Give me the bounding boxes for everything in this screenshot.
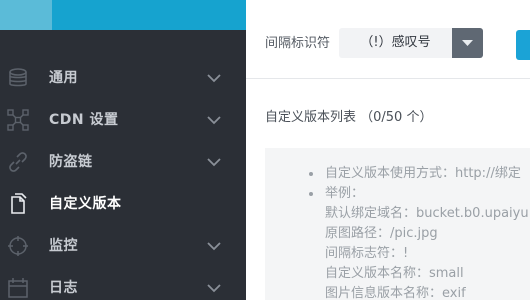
copy-icon [11, 193, 27, 214]
chevron-down-icon [207, 74, 221, 83]
example-line: 间隔标志符：! [325, 246, 409, 261]
example-line: 默认绑定域名：bucket.b0.upaiyu [325, 206, 529, 221]
sidebar-item-label: 日志 [49, 280, 78, 296]
usage-text: 自定义版本使用方式：http://绑定 [309, 164, 529, 184]
network-icon [7, 109, 29, 131]
chevron-down-icon [207, 116, 221, 125]
version-list-title: 自定义版本列表 （0/50 个） [265, 110, 433, 125]
sidebar-nav: 通用 CDN 设置 防盗链 自定义版本 监控 日志 [0, 57, 246, 300]
sidebar-item-cdn[interactable]: CDN 设置 [0, 99, 246, 141]
sidebar-item-label: CDN 设置 [49, 112, 119, 128]
database-icon [9, 68, 27, 87]
sidebar-item-monitor[interactable]: 监控 [0, 225, 246, 267]
sidebar-item-label: 监控 [49, 238, 78, 254]
example-line: 图片信息版本名称：exif [325, 286, 466, 300]
example-label: 举例： [309, 184, 529, 204]
sidebar-item-label: 防盗链 [49, 154, 93, 170]
chevron-down-icon [207, 284, 221, 293]
sidebar-item-logs[interactable]: 日志 [0, 267, 246, 300]
crosshair-icon [8, 236, 28, 256]
sidebar: 通用 CDN 设置 防盗链 自定义版本 监控 日志 [0, 0, 246, 300]
separator-select[interactable]: （!）感叹号 [339, 28, 483, 58]
separator-setting-row: 间隔标识符 （!）感叹号 [246, 0, 530, 79]
example-line: 原图路径：/pic.jpg [325, 226, 438, 241]
sidebar-item-hotlink[interactable]: 防盗链 [0, 141, 246, 183]
link-icon [9, 152, 27, 172]
chevron-down-icon [207, 158, 221, 167]
sidebar-item-custom-version[interactable]: 自定义版本 [0, 183, 246, 225]
brand-header [0, 0, 246, 30]
usage-info-box: 自定义版本使用方式：http://绑定 举例： 默认绑定域名：bucket.b0… [265, 148, 530, 300]
main-content: 间隔标识符 （!）感叹号 自定义版本列表 （0/50 个） 自定义版本使用方式：… [246, 0, 530, 300]
separator-label: 间隔标识符 [265, 36, 331, 51]
caret-down-icon [462, 40, 473, 46]
calendar-icon [8, 278, 28, 298]
example-line: 自定义版本名称：small [325, 266, 464, 281]
chevron-down-icon [207, 242, 221, 251]
separator-select-value: （!）感叹号 [360, 35, 431, 50]
save-button[interactable] [516, 30, 530, 60]
dropdown-toggle[interactable] [452, 28, 483, 58]
sidebar-item-label: 自定义版本 [49, 196, 122, 212]
sidebar-item-general[interactable]: 通用 [0, 57, 246, 99]
sidebar-item-label: 通用 [49, 70, 78, 86]
